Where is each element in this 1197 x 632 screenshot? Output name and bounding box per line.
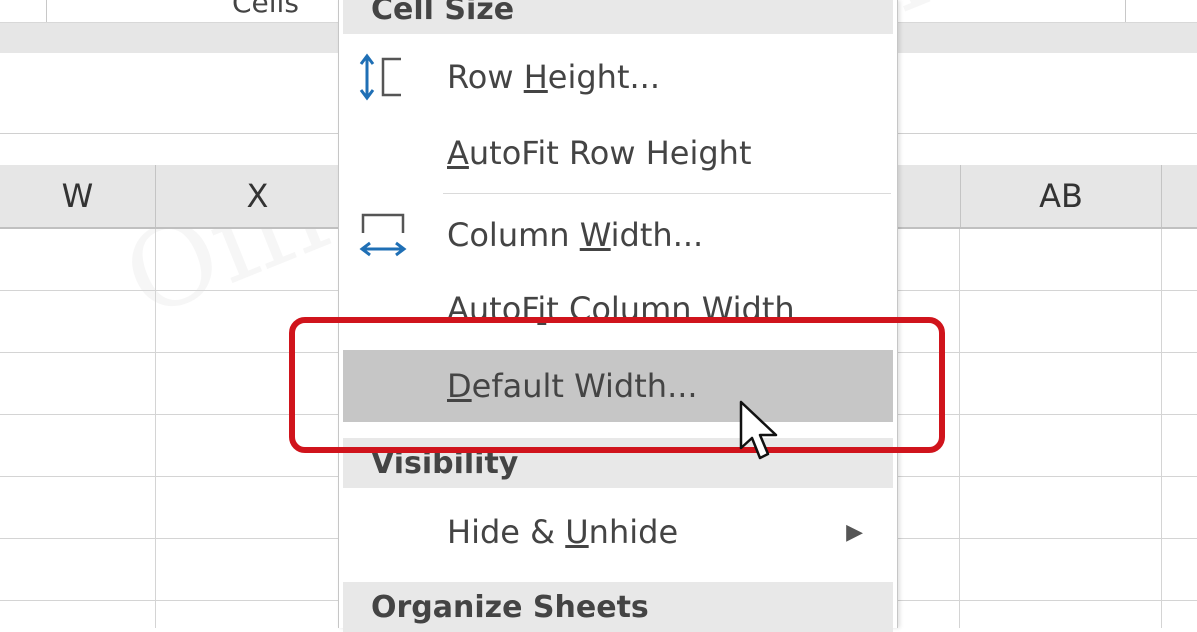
column-header-ab[interactable]: AB xyxy=(960,165,1162,227)
column-width-icon xyxy=(359,213,407,257)
ribbon-separator xyxy=(46,0,47,22)
menu-item-label: Hide & Unhide xyxy=(447,513,679,551)
menu-item-label: Row Height... xyxy=(447,58,661,96)
menu-item-label: Column Width... xyxy=(447,216,704,254)
menu-item-autofit-row-height[interactable]: AutoFit Row Height xyxy=(343,118,893,188)
grid-line xyxy=(155,229,156,628)
menu-item-column-width[interactable]: Column Width... xyxy=(343,200,893,270)
column-header-x[interactable]: X xyxy=(156,165,360,227)
menu-item-hide-unhide[interactable]: Hide & Unhide ▶ xyxy=(343,497,893,567)
grid-line xyxy=(1161,229,1162,628)
column-header-w[interactable]: W xyxy=(0,165,156,227)
grid-line xyxy=(959,229,960,628)
ribbon-group-cells-label: Cells xyxy=(232,0,299,19)
menu-item-row-height[interactable]: Row Height... xyxy=(343,42,893,112)
highlight-box xyxy=(289,317,945,453)
format-dropdown-menu: Cell Size Row Height... AutoFit Row Heig… xyxy=(338,0,898,632)
section-cell-size: Cell Size xyxy=(343,0,893,34)
section-organize-sheets: Organize Sheets xyxy=(343,582,893,632)
mouse-pointer-icon xyxy=(739,400,778,460)
ribbon-separator xyxy=(1125,0,1126,22)
submenu-arrow-icon: ▶ xyxy=(846,519,863,545)
row-height-icon xyxy=(359,53,401,101)
menu-item-label: AutoFit Row Height xyxy=(447,134,752,172)
menu-divider xyxy=(443,193,891,194)
